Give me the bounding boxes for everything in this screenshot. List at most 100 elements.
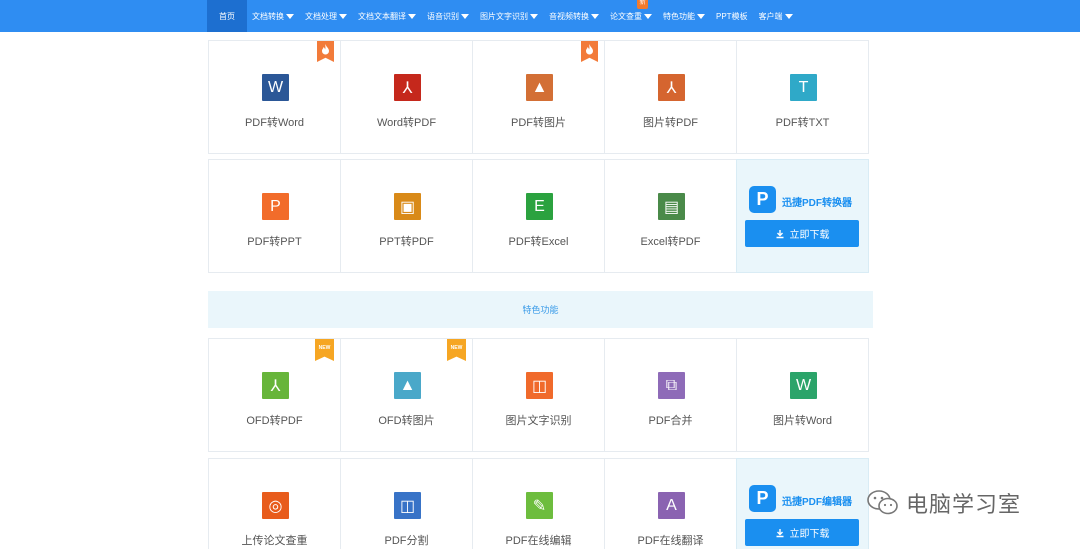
tool-tile[interactable]: A PDF在线翻译 [604,458,737,549]
pdf-editor-logo-icon: P [749,485,776,512]
tool-label: Excel转PDF [640,236,701,248]
ofd-image-icon: ▲ [394,372,421,399]
tool-label: PDF分割 [384,535,429,547]
chevron-down-icon [784,13,793,19]
nav-item[interactable]: 首页 [207,0,247,32]
tool-label: PDF转TXT [775,117,830,129]
nav-item[interactable]: 文档文本翻译 [353,0,422,32]
download-icon [776,528,783,537]
tool-label: 图片转PDF [643,117,698,129]
ppt-doc-icon: P [262,193,289,220]
section-featured: 特色功能 [208,291,873,328]
tool-row-2: P PDF转PPT ▣ PPT转PDF E PDF转Excel ▤ Excel转PDF P 迅… [208,159,869,273]
tool-tile[interactable]: ▤ Excel转PDF [604,159,737,273]
nav-item[interactable]: 论文查重 新 [605,0,658,32]
nav-item-label: 特色功能 [663,11,695,21]
tool-label: PDF合并 [648,415,693,427]
hot-ribbon [317,41,334,62]
chevron-down-icon [408,13,416,19]
merge-icon: ⧉ [658,372,685,399]
excel-doc-icon: E [526,193,553,220]
pdf-doc-icon: ⅄ [394,74,421,101]
tool-row-4: ◎ 上传论文查重 ◫ PDF分割 ✎ PDF在线编辑 A PDF在线翻译 P 迅捷PDF编辑器… [208,458,869,549]
nav-item[interactable]: 特色功能 [658,0,711,32]
new-badge: 新 [637,0,648,9]
nav-item[interactable]: PPT模板 [711,0,754,32]
nav-item-label: 文档文本翻译 [358,11,406,21]
tool-label: PDF转图片 [511,117,566,129]
tool-tile[interactable]: ⅄ OFD转PDF NEW [208,338,341,452]
watermark-text: 电脑学习室 [906,492,1022,517]
download-button[interactable]: 立即下载 [745,220,859,247]
tool-label: PDF转PPT [247,236,302,248]
translate-icon: A [658,492,685,519]
promo-brand: 迅捷PDF转换器 [782,198,852,209]
tool-tile[interactable]: ◫ PDF分割 [340,458,473,549]
nav-item[interactable]: 音视频转换 [544,0,605,32]
chevron-down-icon [286,13,294,19]
ppt-pdf-icon: ▣ [394,193,421,220]
tool-tile[interactable]: T PDF转TXT [736,40,869,154]
tool-label: PDF在线翻译 [637,535,704,547]
download-label: 立即下载 [789,230,830,241]
promo-brand: 迅捷PDF编辑器 [782,497,852,508]
tool-tile[interactable]: E PDF转Excel [472,159,605,273]
tool-label: PDF在线编辑 [505,535,572,547]
tool-tile[interactable]: ⅄ 图片转PDF [604,40,737,154]
nav-item-label: 文档转换 [252,11,284,21]
tool-label: 图片文字识别 [505,415,572,427]
hot-ribbon [581,41,598,62]
tool-label: OFD转图片 [378,415,435,427]
edit-icon: ✎ [526,492,553,519]
tool-label: PPT转PDF [379,236,434,248]
chevron-down-icon [530,13,538,19]
tool-tile[interactable]: P PDF转PPT [208,159,341,273]
ofd-pdf-icon: ⅄ [262,372,289,399]
tool-tile[interactable]: ▲ PDF转图片 [472,40,605,154]
tool-tile[interactable]: ⅄ Word转PDF [340,40,473,154]
tool-tile[interactable]: W 图片转Word [736,338,869,452]
split-icon: ◫ [394,492,421,519]
tool-tile[interactable]: ▲ OFD转图片 NEW [340,338,473,452]
watermark: 电脑学习室 [866,487,1021,519]
nav-item-label: 图片文字识别 [480,11,528,21]
tool-label: 上传论文查重 [241,535,308,547]
download-button[interactable]: 立即下载 [745,519,859,546]
tool-tile[interactable]: ⧉ PDF合并 [604,338,737,452]
ocr-icon: ◫ [526,372,553,399]
nav-item-label: PPT模板 [716,11,748,21]
nav-item-label: 语音识别 [427,11,459,21]
tool-tile[interactable]: ◫ 图片文字识别 [472,338,605,452]
promo-pdf-converter: P 迅捷PDF转换器 立即下载 [736,159,869,273]
tool-tile[interactable]: ◎ 上传论文查重 [208,458,341,549]
paper-check-icon: ◎ [262,492,289,519]
download-label: 立即下载 [789,529,830,540]
nav-item-label: 文档处理 [305,11,337,21]
pdf-doc-icon: ⅄ [658,74,685,101]
tool-label: PDF转Word [244,117,305,129]
tool-tile[interactable]: ▣ PPT转PDF [340,159,473,273]
nav-item[interactable]: 文档处理 [300,0,353,32]
new-ribbon: NEW [315,339,334,361]
word-doc-icon: W [262,74,289,101]
nav-item[interactable]: 客户端 [754,0,799,32]
nav-item[interactable]: 图片文字识别 [475,0,544,32]
tool-tile[interactable]: W PDF转Word [208,40,341,154]
nav-item-label: 论文查重 [610,11,642,21]
image-word-icon: W [790,372,817,399]
chevron-down-icon [591,13,599,19]
top-navigation: 首页 文档转换 文档处理 文档文本翻译 语音识别 图片文字识别 音视频转换 论文查重 新特色功能… [0,0,1080,32]
tool-row-3: ⅄ OFD转PDF NEW ▲ OFD转图片 NEW ◫ 图片文字识别 ⧉ PDF合并 W 图片转Wo… [208,338,869,452]
tool-tile[interactable]: ✎ PDF在线编辑 [472,458,605,549]
excel-pdf-icon: ▤ [658,193,685,220]
txt-doc-icon: T [790,74,817,101]
chevron-down-icon [339,13,347,19]
flame-icon [322,44,329,55]
pdf-converter-logo-icon: P [749,186,776,213]
nav-item[interactable]: 文档转换 [247,0,300,32]
nav-item-label: 首页 [219,11,235,21]
chevron-down-icon [461,13,469,19]
wechat-icon [867,490,898,515]
image-doc-icon: ▲ [526,74,553,101]
nav-item[interactable]: 语音识别 [422,0,475,32]
